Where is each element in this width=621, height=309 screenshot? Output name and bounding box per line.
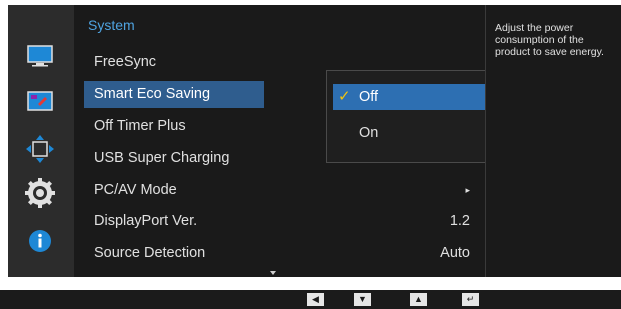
menu-item-label: Source Detection <box>94 245 206 261</box>
osd-menu: System FreeSync Smart Eco Saving Off Tim… <box>8 5 621 277</box>
menu-item-source-detection[interactable]: Source Detection Auto <box>84 240 480 267</box>
menu-item-label: FreeSync <box>94 54 157 70</box>
checkmark-icon: ✓ <box>338 88 351 105</box>
menu-item-displayport-ver[interactable]: DisplayPort Ver. 1.2 <box>84 208 480 235</box>
menu-title: System <box>88 17 135 33</box>
menu-item-label: Smart Eco Saving <box>94 86 211 102</box>
up-arrow-icon[interactable]: ▲ <box>410 293 427 306</box>
information-icon[interactable] <box>25 226 55 256</box>
down-arrow-icon[interactable]: ▼ <box>354 293 371 306</box>
menu-item-value: Auto <box>440 245 470 261</box>
menu-item-pc-av-mode[interactable]: PC/AV Mode ▸ <box>84 177 480 204</box>
system-menu-panel: System FreeSync Smart Eco Saving Off Tim… <box>74 5 540 277</box>
system-gear-icon[interactable] <box>25 178 55 208</box>
category-icon-column <box>8 5 74 277</box>
enter-icon[interactable]: ↵ <box>462 293 479 306</box>
navigation-bar: ◀ ▼ ▲ ↵ <box>0 290 621 309</box>
menu-item-smart-eco-saving[interactable]: Smart Eco Saving <box>84 81 264 108</box>
help-panel: Adjust the power consumption of the prod… <box>485 5 621 277</box>
left-arrow-icon[interactable]: ◀ <box>307 293 324 306</box>
menu-item-label: PC/AV Mode <box>94 182 177 198</box>
menu-item-label: DisplayPort Ver. <box>94 213 198 229</box>
screen-size-icon[interactable] <box>25 134 55 164</box>
scroll-down-icon[interactable] <box>270 271 276 275</box>
help-text: Adjust the power consumption of the prod… <box>495 22 604 58</box>
chevron-right-icon: ▸ <box>465 185 470 195</box>
picture-icon[interactable] <box>25 42 55 72</box>
color-icon[interactable] <box>25 87 55 117</box>
submenu-option-label: Off <box>359 89 379 105</box>
submenu-option-label: On <box>359 125 379 141</box>
menu-item-label: USB Super Charging <box>94 150 230 166</box>
menu-item-label: Off Timer Plus <box>94 118 186 134</box>
menu-item-value: 1.2 <box>449 213 470 229</box>
